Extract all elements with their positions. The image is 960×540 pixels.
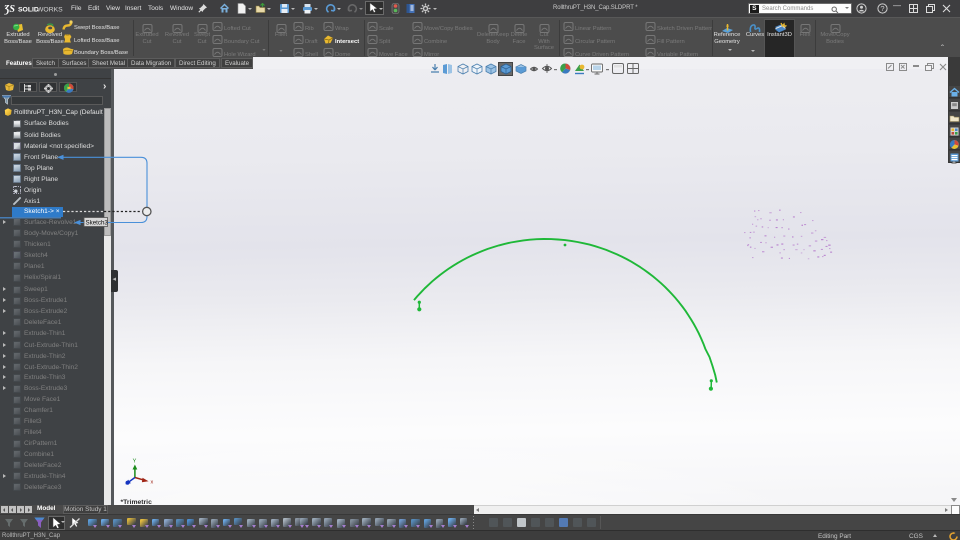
svg-text:ƷS: ƷS — [4, 4, 15, 15]
svg-text:?: ? — [880, 4, 884, 13]
svg-text:x: x — [151, 480, 154, 486]
svg-text:Y: Y — [133, 459, 137, 465]
svg-text:WORKS: WORKS — [37, 7, 63, 14]
svg-text:SOLID: SOLID — [18, 7, 39, 14]
